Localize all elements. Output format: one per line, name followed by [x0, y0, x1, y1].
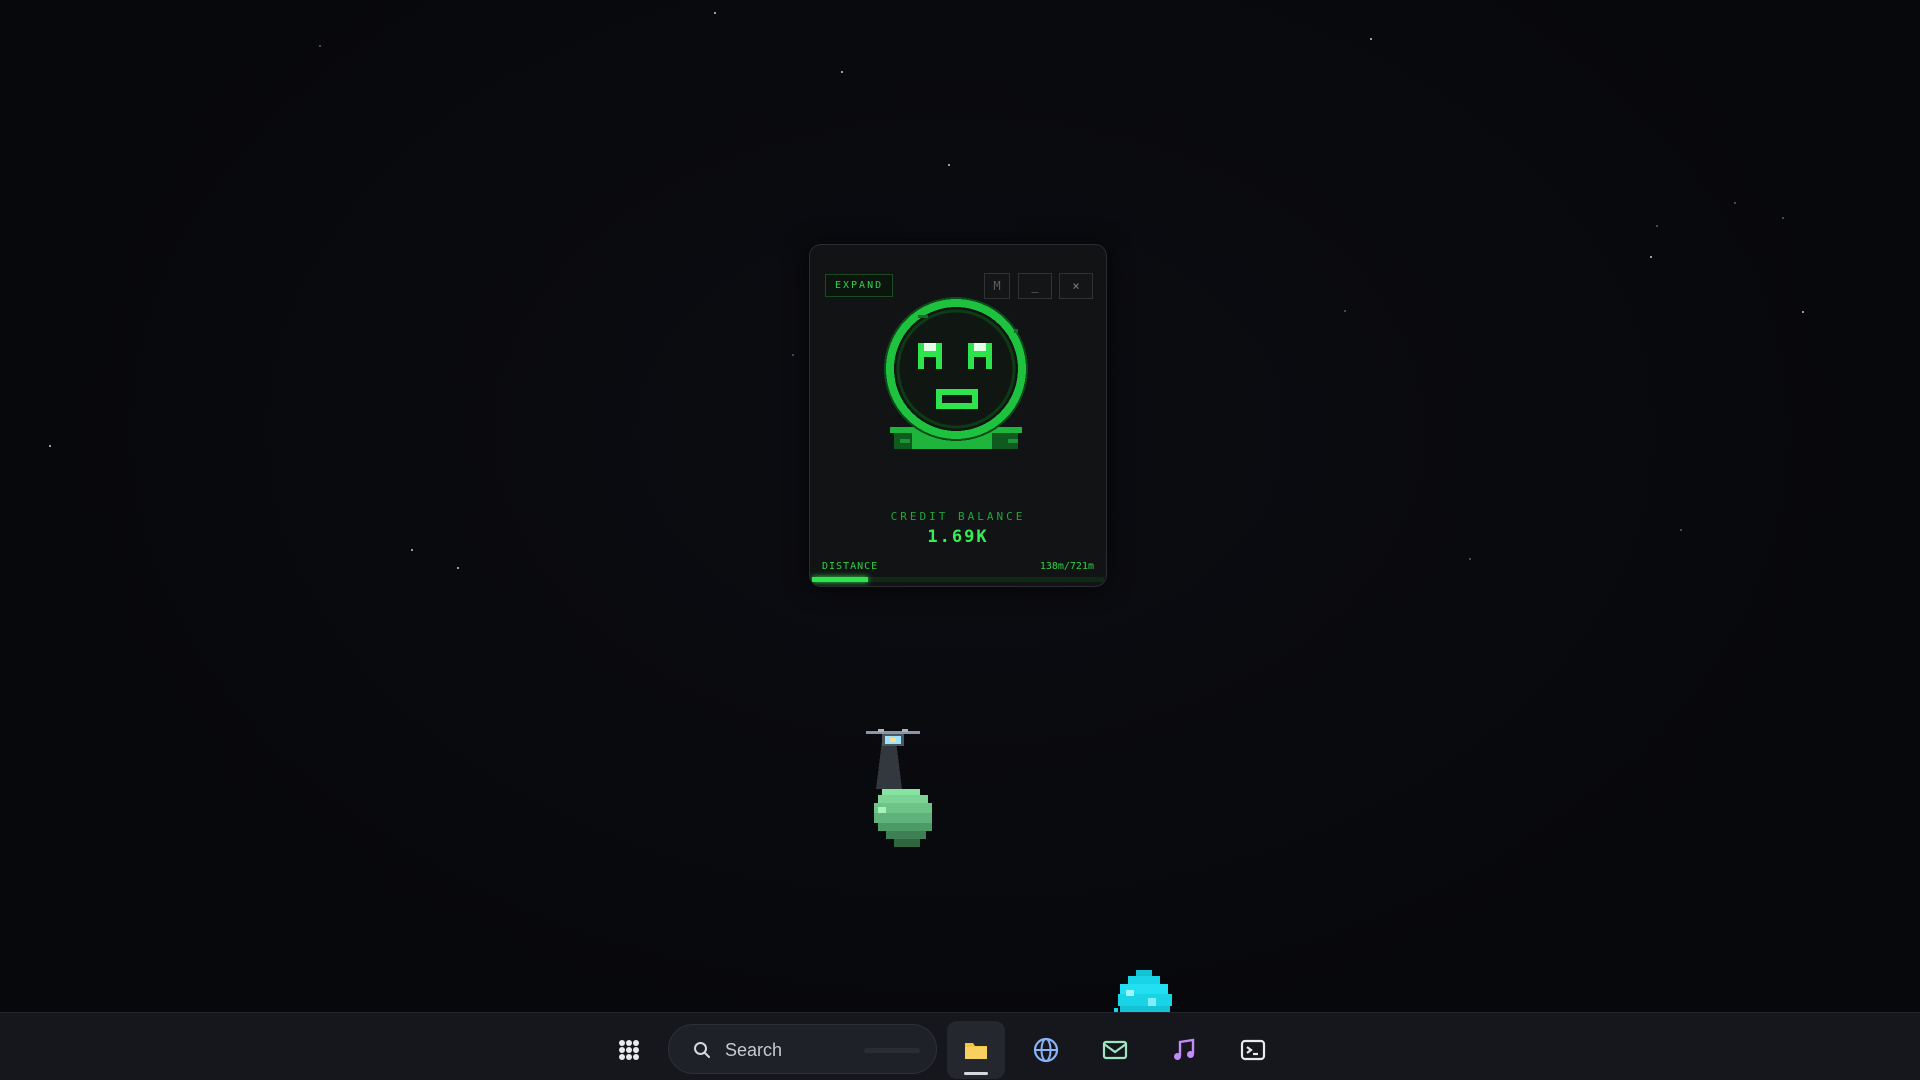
star — [1469, 558, 1471, 560]
search-box[interactable] — [668, 1024, 937, 1074]
grid-icon — [619, 1040, 639, 1060]
search-shortcut-pill — [864, 1048, 920, 1053]
mail-icon — [1102, 1040, 1128, 1060]
star — [1370, 38, 1372, 40]
game-scene: EXPAND M _ × CREDIT BALANCE 1.69K DISTAN… — [0, 0, 1920, 1080]
robot-face-icon — [884, 297, 1028, 449]
star — [714, 12, 716, 14]
star — [948, 164, 950, 166]
distance-progress-bar — [812, 577, 1104, 582]
distance-label: DISTANCE — [822, 561, 879, 572]
star — [319, 45, 321, 47]
credit-balance-label: CREDIT BALANCE — [890, 510, 1026, 523]
distance-value: 138m/721m — [1039, 561, 1094, 572]
music-app-button[interactable] — [1155, 1021, 1213, 1079]
star — [792, 354, 794, 356]
credit-balance-value: 1.69K — [927, 527, 989, 547]
mail-app-button[interactable] — [1086, 1021, 1144, 1079]
files-app-button[interactable] — [947, 1021, 1005, 1079]
star — [1734, 202, 1736, 204]
taskbar — [0, 1012, 1920, 1080]
star — [1680, 529, 1682, 531]
star — [841, 71, 843, 73]
star — [1656, 225, 1658, 227]
terminal-icon — [1240, 1039, 1266, 1061]
close-button[interactable]: × — [1059, 273, 1093, 299]
terminal-app-button[interactable] — [1224, 1021, 1282, 1079]
star — [411, 549, 413, 551]
star — [1802, 311, 1804, 313]
distance-progress-fill — [812, 577, 868, 582]
search-input[interactable] — [723, 1037, 867, 1063]
star — [1344, 310, 1346, 312]
star — [1782, 217, 1784, 219]
search-icon — [694, 1042, 710, 1058]
star — [457, 567, 459, 569]
browser-app-button[interactable] — [1017, 1021, 1075, 1079]
app-launcher-button[interactable] — [600, 1021, 658, 1079]
star — [49, 445, 51, 447]
active-indicator — [964, 1072, 988, 1075]
star — [1650, 256, 1652, 258]
companion-widget: EXPAND M _ × CREDIT BALANCE 1.69K DISTAN… — [809, 244, 1107, 587]
folder-icon — [965, 1043, 987, 1059]
globe-icon — [1033, 1037, 1059, 1063]
drone-sprite-icon — [866, 729, 932, 847]
music-note-icon — [1174, 1038, 1195, 1060]
